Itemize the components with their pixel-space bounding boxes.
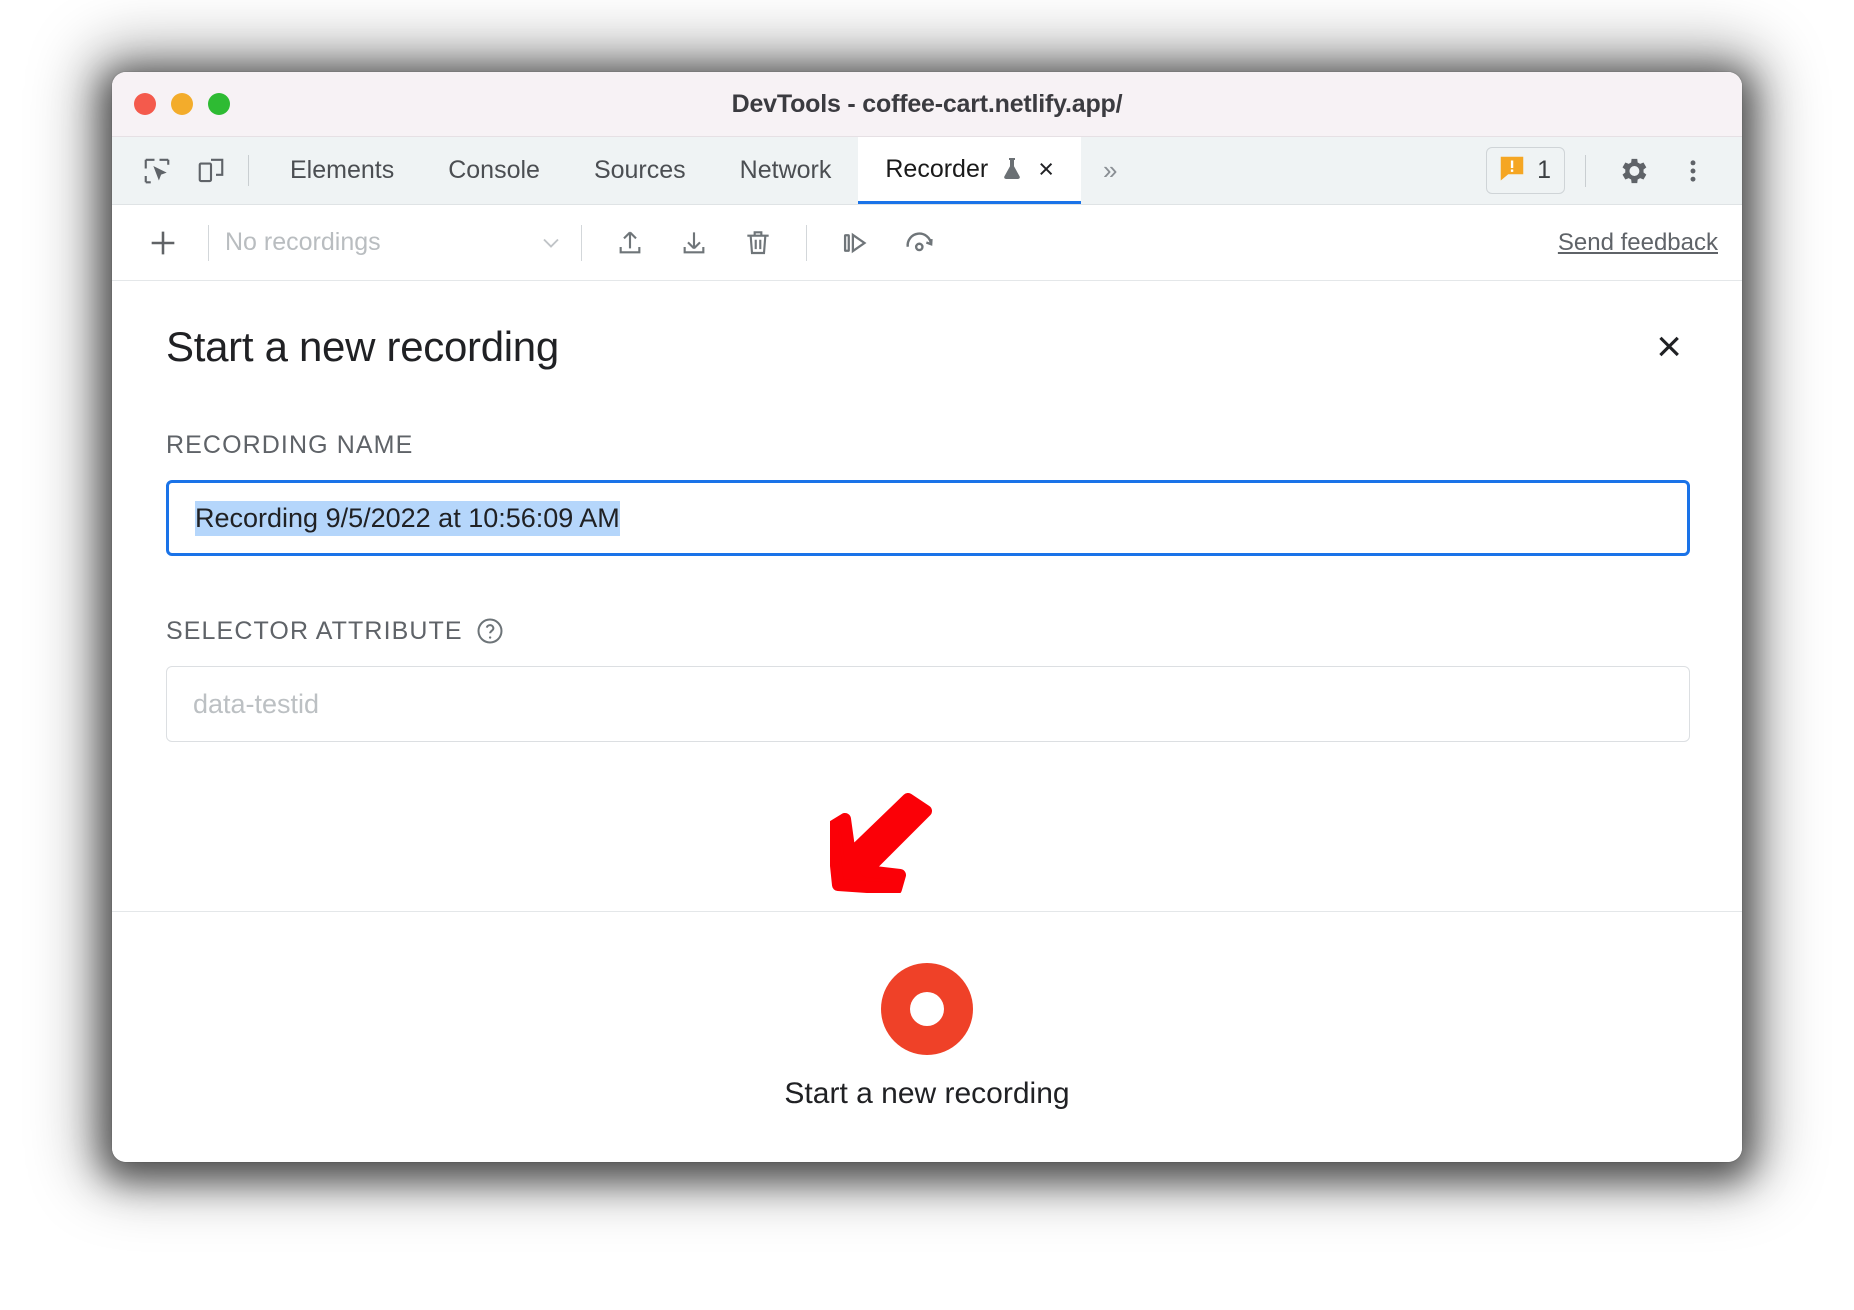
minimize-window-button[interactable]: [171, 93, 193, 115]
recorder-panel: Start a new recording × Recording name R…: [112, 281, 1742, 1162]
tab-recorder[interactable]: Recorder ×: [858, 137, 1081, 204]
recorder-panel-footer: Start a new recording: [112, 911, 1742, 1162]
replay-speed-icon[interactable]: [887, 214, 951, 272]
tabstrip-right-divider: [1585, 154, 1586, 187]
tab-network-label: Network: [739, 156, 832, 184]
page-title: Start a new recording: [166, 323, 559, 370]
close-panel-button[interactable]: ×: [1648, 323, 1690, 370]
selector-attribute-label-text: Selector attribute: [166, 616, 463, 645]
recording-name-label-text: Recording name: [166, 431, 414, 459]
recording-name-input[interactable]: Recording 9/5/2022 at 10:56:09 AM: [166, 480, 1690, 556]
maximize-window-button[interactable]: [208, 93, 230, 115]
inspect-element-icon[interactable]: [130, 137, 184, 204]
close-recorder-tab-button[interactable]: ×: [1038, 155, 1054, 183]
start-recording-button-label[interactable]: Start a new recording: [784, 1077, 1069, 1111]
window-title: DevTools - coffee-cart.netlify.app/: [731, 89, 1123, 118]
delete-recording-icon[interactable]: [726, 214, 790, 272]
chevron-down-icon: [537, 229, 565, 257]
experiment-flask-icon: [1000, 156, 1024, 182]
device-toolbar-icon[interactable]: [184, 137, 238, 204]
warnings-count: 1: [1537, 156, 1551, 184]
toolbar-divider-3: [806, 224, 807, 261]
import-recording-icon[interactable]: [598, 214, 662, 272]
tab-console[interactable]: Console: [421, 137, 567, 204]
record-circle-icon[interactable]: [881, 963, 973, 1055]
recorder-panel-body: Start a new recording × Recording name R…: [112, 281, 1742, 911]
recordings-select[interactable]: No recordings: [225, 228, 565, 257]
record-inner-circle: [910, 992, 944, 1026]
tabstrip-right-controls: 1: [1486, 137, 1742, 204]
recording-name-value: Recording 9/5/2022 at 10:56:09 AM: [195, 500, 620, 536]
warning-message-icon: [1497, 153, 1527, 188]
more-tabs-icon[interactable]: »: [1081, 137, 1139, 204]
tab-elements[interactable]: Elements: [263, 137, 421, 204]
recorder-toolbar: No recordings Send feedback: [112, 205, 1742, 281]
gear-icon[interactable]: [1606, 144, 1660, 198]
screenshot-canvas: DevTools - coffee-cart.netlify.app/ Elem…: [0, 0, 1854, 1310]
traffic-lights: [134, 93, 230, 115]
selector-attribute-placeholder: data-testid: [193, 688, 320, 719]
toolbar-divider-2: [581, 224, 582, 261]
recording-name-label: Recording name: [166, 431, 1690, 460]
kebab-menu-icon[interactable]: [1666, 144, 1720, 198]
panel-header: Start a new recording ×: [166, 323, 1690, 371]
window-titlebar: DevTools - coffee-cart.netlify.app/: [112, 72, 1742, 137]
tab-console-label: Console: [448, 156, 540, 184]
tab-elements-label: Elements: [290, 156, 395, 184]
tab-network[interactable]: Network: [713, 137, 859, 204]
export-recording-icon[interactable]: [662, 214, 726, 272]
close-window-button[interactable]: [134, 93, 156, 115]
devtools-window: DevTools - coffee-cart.netlify.app/ Elem…: [112, 72, 1742, 1162]
selector-attribute-input[interactable]: data-testid: [166, 666, 1690, 742]
devtools-tabstrip: Elements Console Sources Network Recorde…: [112, 137, 1742, 205]
tab-sources-label: Sources: [593, 156, 686, 184]
add-recording-button[interactable]: [134, 214, 192, 272]
tab-recorder-label: Recorder: [885, 154, 989, 183]
warnings-badge[interactable]: 1: [1486, 147, 1565, 194]
step-replay-icon[interactable]: [823, 214, 887, 272]
send-feedback-link[interactable]: Send feedback: [1558, 229, 1718, 257]
devtools-tabs: Elements Console Sources Network Recorde…: [263, 137, 1139, 204]
toolbar-divider-1: [208, 224, 209, 261]
tabstrip-divider: [248, 155, 249, 186]
help-circle-icon[interactable]: [475, 616, 505, 646]
tab-sources[interactable]: Sources: [567, 137, 713, 204]
selector-attribute-label: Selector attribute: [166, 616, 1690, 646]
red-arrow-annotation: [830, 793, 932, 893]
recordings-select-value: No recordings: [225, 228, 381, 256]
